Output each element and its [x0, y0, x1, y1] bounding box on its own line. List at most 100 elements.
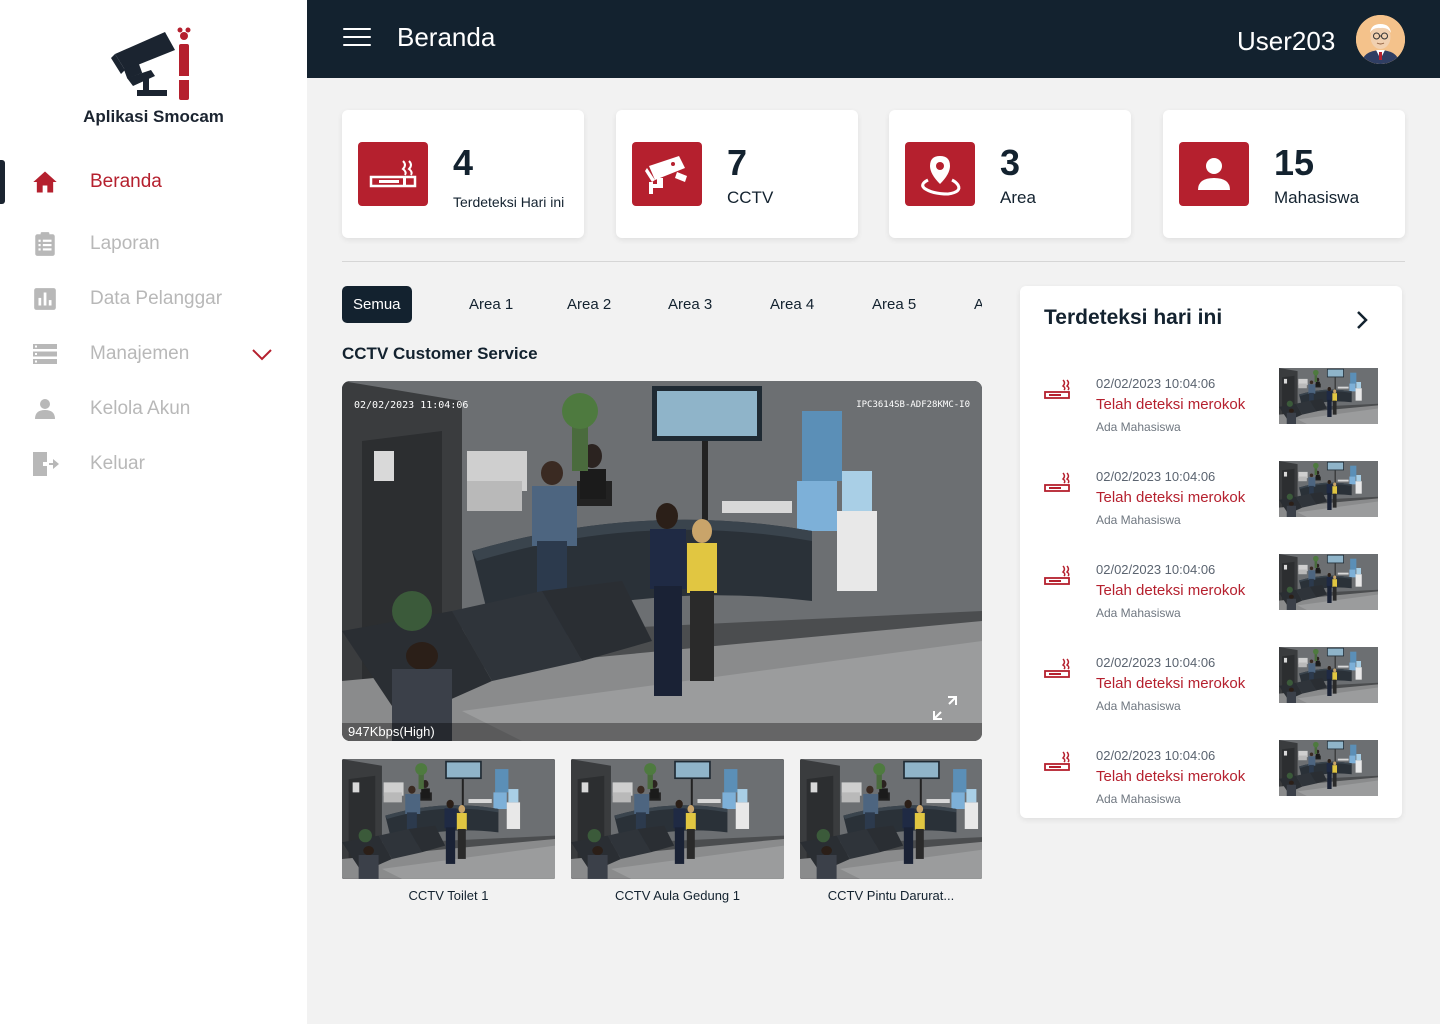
logout-icon: [30, 449, 60, 479]
main-cctv-feed[interactable]: 02/02/2023 11:04:06 IPC3614SB-ADF28KMC-I…: [342, 381, 982, 741]
top-header: Beranda User203: [307, 0, 1440, 78]
thumbnail-cctv-toilet[interactable]: CCTV Toilet 1: [342, 759, 555, 903]
stat-value: 15: [1274, 142, 1315, 183]
stat-label: CCTV: [727, 188, 774, 207]
chevron-right-icon[interactable]: [1350, 308, 1374, 332]
stat-label: Terdeteksi Hari ini: [453, 194, 565, 210]
detections-panel: Terdeteksi hari ini 02/02/2023 10:04:06 …: [1020, 286, 1402, 818]
chevron-down-icon[interactable]: [250, 342, 274, 366]
sidebar-item-beranda[interactable]: Beranda: [0, 160, 307, 204]
sidebar-item-data-pelanggar[interactable]: Data Pelanggar: [0, 277, 307, 321]
stat-value: 4: [453, 142, 474, 183]
sidebar-item-manajemen[interactable]: Manajemen: [0, 332, 307, 376]
no-smoking-icon: [1044, 751, 1070, 771]
stat-value: 3: [1000, 142, 1021, 183]
sidebar-item-kelola-akun[interactable]: Kelola Akun: [0, 387, 307, 431]
no-smoking-icon: [1044, 379, 1070, 399]
no-smoking-icon: [358, 142, 428, 206]
expand-icon[interactable]: [930, 693, 960, 723]
feed-timestamp: 02/02/2023 11:04:06: [354, 400, 469, 411]
thumbnail-image: [342, 759, 555, 879]
detection-thumbnail: [1279, 647, 1378, 703]
bar-chart-icon: [30, 284, 60, 314]
cctv-frame: [342, 381, 982, 741]
area-tabs: Semua Area 1 Area 2 Area 3 Area 4 Area 5…: [342, 286, 982, 323]
detection-item[interactable]: 02/02/2023 10:04:06 Telah deteksi meroko…: [1044, 554, 1378, 620]
thumbnail-image: [800, 759, 982, 879]
detections-title: Terdeteksi hari ini: [1044, 306, 1223, 329]
list-icon: [30, 339, 60, 369]
app-name: Aplikasi Smocam: [83, 107, 224, 126]
feed-bitrate: 947Kbps(High): [348, 724, 435, 739]
sidebar-item-laporan[interactable]: Laporan: [0, 222, 307, 266]
detection-subtitle: Ada Mahasiswa: [1096, 606, 1181, 620]
detection-subtitle: Ada Mahasiswa: [1096, 420, 1181, 434]
detection-message: Telah deteksi merokok: [1096, 675, 1246, 692]
detection-message: Telah deteksi merokok: [1096, 396, 1246, 413]
location-pin-icon: [905, 142, 975, 206]
detection-item[interactable]: 02/02/2023 10:04:06 Telah deteksi meroko…: [1044, 368, 1378, 434]
sidebar-item-label: Laporan: [90, 233, 160, 254]
stat-value: 7: [727, 142, 748, 183]
tab-area-1[interactable]: Area 1: [469, 286, 513, 323]
detection-item[interactable]: 02/02/2023 10:04:06 Telah deteksi meroko…: [1044, 647, 1378, 713]
sidebar-item-label: Keluar: [90, 453, 145, 474]
user-icon: [30, 394, 60, 424]
username[interactable]: User203: [1237, 26, 1335, 57]
clipboard-icon: [30, 229, 60, 259]
thumbnail-label: CCTV Pintu Darurat...: [827, 888, 955, 903]
home-icon: [30, 167, 60, 197]
detection-subtitle: Ada Mahasiswa: [1096, 513, 1181, 527]
no-smoking-icon: [1044, 565, 1070, 585]
sidebar-item-label: Manajemen: [90, 343, 190, 364]
sidebar-item-label: Data Pelanggar: [90, 288, 223, 309]
hamburger-menu-icon[interactable]: [343, 28, 371, 50]
tab-area-next[interactable]: A: [974, 286, 982, 323]
detection-thumbnail: [1279, 554, 1378, 610]
detection-thumbnail: [1279, 368, 1378, 424]
detection-time: 02/02/2023 10:04:06: [1096, 562, 1216, 577]
stat-card-cctv[interactable]: 7 CCTV: [616, 110, 858, 238]
thumbnail-label: CCTV Aula Gedung 1: [614, 888, 741, 903]
person-icon: [1179, 142, 1249, 206]
stat-card-mahasiswa[interactable]: 15 Mahasiswa: [1163, 110, 1405, 238]
cctv-icon: [632, 142, 702, 206]
tab-area-3[interactable]: Area 3: [668, 286, 712, 323]
tab-area-2[interactable]: Area 2: [567, 286, 611, 323]
thumbnail-cctv-aula[interactable]: CCTV Aula Gedung 1: [571, 759, 784, 903]
feed-device-id: IPC3614SB-ADF28KMC-I0: [856, 400, 970, 410]
sidebar-item-label: Kelola Akun: [90, 398, 191, 419]
feed-title: CCTV Customer Service: [342, 344, 538, 363]
sidebar-item-keluar[interactable]: Keluar: [0, 442, 307, 486]
detection-message: Telah deteksi merokok: [1096, 768, 1246, 785]
detection-item[interactable]: 02/02/2023 10:04:06 Telah deteksi meroko…: [1044, 740, 1378, 806]
no-smoking-icon: [1044, 472, 1070, 492]
detection-message: Telah deteksi merokok: [1096, 582, 1246, 599]
stat-card-area[interactable]: 3 Area: [889, 110, 1131, 238]
thumbnail-label: CCTV Toilet 1: [408, 888, 489, 903]
detection-time: 02/02/2023 10:04:06: [1096, 748, 1216, 763]
tab-area-5[interactable]: Area 5: [872, 286, 916, 323]
thumbnail-image: [571, 759, 784, 879]
no-smoking-icon: [1044, 658, 1070, 678]
tab-area-4[interactable]: Area 4: [770, 286, 814, 323]
detection-item[interactable]: 02/02/2023 10:04:06 Telah deteksi meroko…: [1044, 461, 1378, 527]
detection-time: 02/02/2023 10:04:06: [1096, 376, 1216, 391]
detection-thumbnail: [1279, 740, 1378, 796]
avatar[interactable]: [1356, 15, 1405, 64]
detection-thumbnail: [1279, 461, 1378, 517]
tab-semua[interactable]: Semua: [342, 286, 412, 323]
divider: [342, 261, 1405, 262]
page-title: Beranda: [397, 22, 496, 52]
thumbnail-cctv-pintu-darurat[interactable]: CCTV Pintu Darurat...: [800, 759, 982, 903]
sidebar: Aplikasi Smocam Beranda Laporan Data Pel…: [0, 0, 307, 1024]
detection-subtitle: Ada Mahasiswa: [1096, 699, 1181, 713]
detection-time: 02/02/2023 10:04:06: [1096, 655, 1216, 670]
detection-message: Telah deteksi merokok: [1096, 489, 1246, 506]
stat-label: Area: [1000, 188, 1036, 207]
cctv-logo-icon: [111, 27, 191, 100]
stat-label: Mahasiswa: [1274, 188, 1360, 207]
detection-subtitle: Ada Mahasiswa: [1096, 792, 1181, 806]
sidebar-item-label: Beranda: [90, 171, 162, 192]
stat-card-detected[interactable]: 4 Terdeteksi Hari ini: [342, 110, 584, 238]
